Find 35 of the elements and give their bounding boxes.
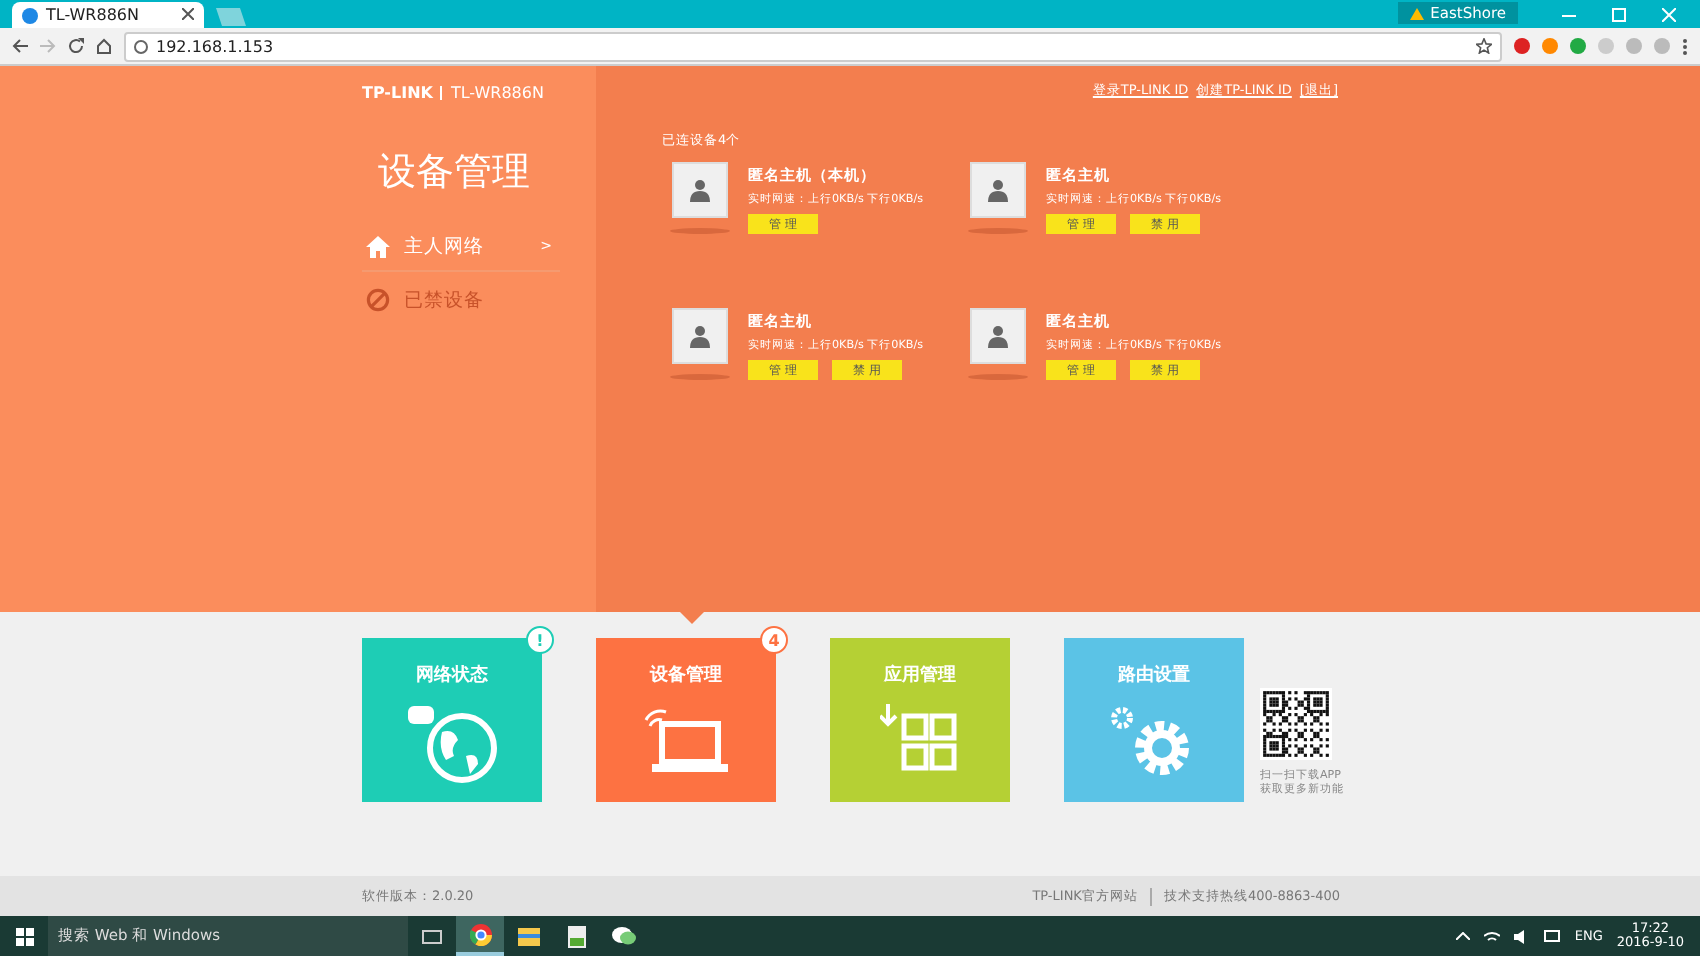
caret-icon[interactable] (1456, 932, 1471, 940)
block-icon (366, 288, 390, 312)
person-icon (688, 178, 712, 202)
menu-icon[interactable] (1682, 37, 1688, 55)
model-name: TL-WR886N (450, 84, 544, 102)
laptop-icon (642, 704, 730, 776)
apps-grid-icon (880, 704, 960, 776)
chat-icon (612, 926, 636, 946)
home-icon (366, 235, 390, 257)
info-icon (134, 39, 148, 53)
page-title: 设备管理 (378, 148, 532, 198)
tile-badge: 4 (760, 626, 788, 654)
document-icon (567, 925, 585, 947)
chrome-icon (469, 923, 491, 945)
warning-icon (1410, 7, 1425, 19)
task-view-icon (422, 929, 442, 943)
qr-code (1260, 688, 1332, 760)
close-icon[interactable] (182, 8, 194, 20)
brand-logo: TP-LINK (362, 84, 433, 102)
windows-icon (15, 927, 33, 945)
folder-icon (517, 927, 539, 945)
site-icon (22, 7, 38, 23)
address-field[interactable]: 192.168.1.153 (124, 31, 1502, 61)
reload-icon[interactable] (68, 38, 84, 54)
person-icon (986, 324, 1010, 348)
globe-icon (406, 704, 498, 784)
browser-tab[interactable]: TL-WR886N (12, 2, 204, 28)
notification-icon[interactable] (1544, 929, 1561, 943)
person-icon (688, 324, 712, 348)
home-icon[interactable] (96, 38, 112, 54)
tile-badge: ! (526, 626, 554, 654)
person-icon (986, 178, 1010, 202)
wifi-icon[interactable] (1484, 929, 1501, 943)
back-icon[interactable] (12, 38, 28, 54)
star-icon[interactable] (1476, 38, 1492, 54)
